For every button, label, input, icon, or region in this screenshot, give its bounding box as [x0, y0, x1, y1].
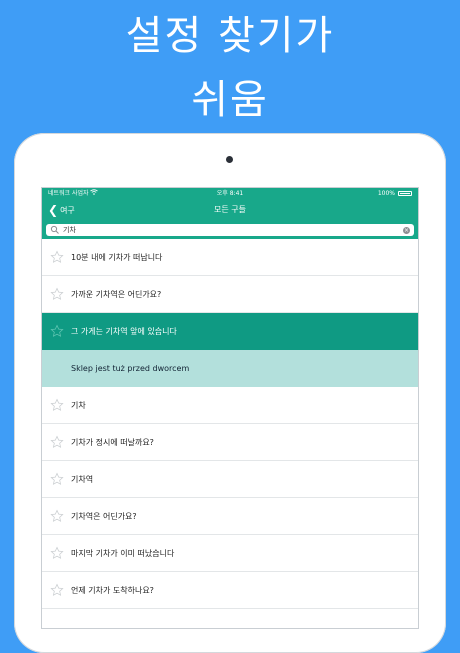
search-input[interactable]	[60, 224, 403, 236]
navigation-bar: ❮ 여구 모든 구들	[42, 199, 418, 221]
phrase-text: 가까운 기차역은 어딘가요?	[71, 290, 162, 299]
list-item[interactable]: 10분 내에 기차가 떠납니다	[42, 239, 418, 276]
front-camera	[226, 156, 233, 163]
phrase-text: 마지막 기차가 이미 떠났습니다	[71, 549, 175, 558]
list-item[interactable]: 기차	[42, 387, 418, 424]
battery-status: 100%	[378, 188, 412, 199]
page-title: 모든 구들	[214, 205, 246, 214]
phrase-text: 그 가게는 기차역 앞에 있습니다	[71, 327, 177, 336]
phrase-list: 10분 내에 기차가 떠납니다 가까운 기차역은 어딘가요? 그 가게는 기차역…	[42, 239, 418, 609]
translation-row[interactable]: Sklep jest tuż przed dworcem	[42, 350, 418, 387]
star-icon[interactable]	[50, 250, 64, 264]
battery-percent: 100%	[377, 190, 395, 197]
list-item[interactable]: 기차역은 어딘가요?	[42, 498, 418, 535]
promo-headline-line1: 설정 찾기가	[125, 13, 335, 59]
phrase-text: 기차	[71, 401, 86, 410]
star-icon[interactable]	[50, 583, 64, 597]
promo-headline-line2: 쉬움	[191, 77, 269, 123]
translation-text: Sklep jest tuż przed dworcem	[71, 364, 190, 373]
search-bar-container: ×	[42, 221, 418, 239]
battery-icon	[398, 191, 412, 196]
phrase-text: 언제 기차가 도착하나요?	[71, 586, 154, 595]
search-bar[interactable]: ×	[46, 224, 414, 236]
star-icon[interactable]	[50, 287, 64, 301]
status-time: 오후 8:41	[216, 190, 244, 197]
status-bar: 네트워크 사업자 오후 8:41 100%	[42, 188, 418, 199]
star-icon[interactable]	[50, 398, 64, 412]
phrase-text: 기차역	[71, 475, 94, 484]
search-icon	[50, 225, 59, 234]
list-item[interactable]: 기차가 정시에 떠날까요?	[42, 424, 418, 461]
star-icon[interactable]	[50, 435, 64, 449]
app-screen: 네트워크 사업자 오후 8:41 100% ❮ 여구 모든 구들 ×	[42, 188, 418, 628]
star-icon[interactable]	[50, 472, 64, 486]
list-item[interactable]: 가까운 기차역은 어딘가요?	[42, 276, 418, 313]
phrase-text: 기차가 정시에 떠날까요?	[71, 438, 154, 447]
clear-search-icon[interactable]: ×	[403, 226, 410, 234]
star-icon[interactable]	[50, 546, 64, 560]
phrase-text: 10분 내에 기차가 떠납니다	[71, 253, 163, 262]
phrase-text: 기차역은 어딘가요?	[71, 512, 137, 521]
star-icon[interactable]	[50, 509, 64, 523]
list-item[interactable]: 기차역	[42, 461, 418, 498]
list-item[interactable]: 언제 기차가 도착하나요?	[42, 572, 418, 609]
star-icon[interactable]	[50, 324, 64, 338]
list-item-selected[interactable]: 그 가게는 기차역 앞에 있습니다	[42, 313, 418, 350]
list-item[interactable]: 마지막 기차가 이미 떠났습니다	[42, 535, 418, 572]
